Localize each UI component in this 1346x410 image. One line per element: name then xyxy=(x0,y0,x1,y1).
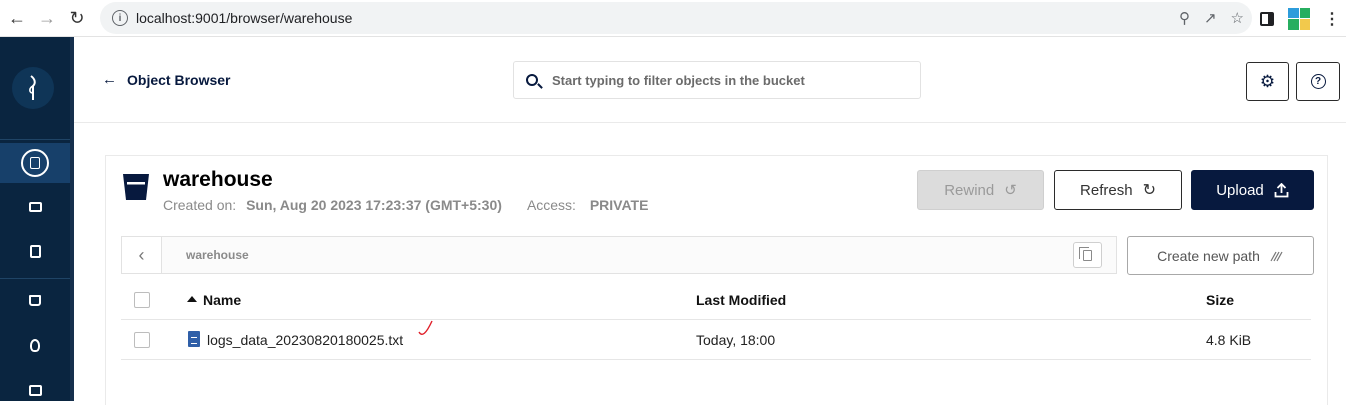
breadcrumb: ‹ warehouse xyxy=(121,236,1117,274)
sidebar-item-object-browser[interactable] xyxy=(0,143,70,183)
upload-label: Upload xyxy=(1216,181,1264,199)
id-card-icon xyxy=(28,202,42,212)
column-header-size[interactable]: Size xyxy=(1206,292,1234,308)
url-text[interactable]: localhost:9001/browser/warehouse xyxy=(136,10,352,26)
sidebar-divider xyxy=(0,139,70,140)
annotation-tick-mark xyxy=(418,320,433,335)
upload-button[interactable]: Upload xyxy=(1191,170,1314,210)
history-icon: ↺ xyxy=(1004,182,1017,199)
address-bar[interactable]: i localhost:9001/browser/warehouse ⚲ ↗ ☆ xyxy=(100,2,1252,34)
bookmark-star-icon[interactable]: ☆ xyxy=(1231,9,1244,27)
share-icon[interactable]: ↗ xyxy=(1204,9,1217,27)
copy-path-button[interactable] xyxy=(1073,242,1102,268)
table-row[interactable]: logs_data_20230820180025.txt Today, 18:0… xyxy=(121,320,1311,360)
column-header-name[interactable]: Name xyxy=(187,292,241,308)
browser-menu-icon[interactable]: ⋮ xyxy=(1324,9,1340,29)
table-header: Name Last Modified Size xyxy=(121,280,1311,320)
back-link-label: Object Browser xyxy=(127,71,231,88)
browser-toolbar: ← → ↻ i localhost:9001/browser/warehouse… xyxy=(0,0,1346,37)
created-label: Created on: xyxy=(163,197,237,213)
key-icon[interactable]: ⚲ xyxy=(1179,9,1190,27)
settings-button[interactable]: ⚙ xyxy=(1246,62,1289,101)
chevron-left-icon[interactable]: ‹ xyxy=(122,237,162,273)
forward-arrow-icon[interactable]: → xyxy=(32,3,62,33)
reload-icon[interactable]: ↻ xyxy=(62,3,92,33)
search-input[interactable] xyxy=(552,72,902,88)
sidebar xyxy=(0,37,74,401)
rewind-label: Rewind xyxy=(944,181,995,199)
bucket-icon xyxy=(29,294,41,306)
sidebar-item-identity[interactable] xyxy=(0,370,70,410)
copy-icon xyxy=(1079,246,1092,261)
object-browser-icon xyxy=(21,149,49,177)
create-new-path-label: Create new path xyxy=(1157,247,1260,264)
minio-logo-icon[interactable] xyxy=(12,67,54,109)
help-icon: ? xyxy=(1310,74,1326,89)
file-size: 4.8 KiB xyxy=(1206,332,1252,348)
sidebar-divider xyxy=(0,278,70,279)
document-icon xyxy=(29,244,41,258)
created-value: Sun, Aug 20 2023 17:23:37 (GMT+5:30) xyxy=(246,197,502,213)
create-new-path-button[interactable]: Create new path xyxy=(1127,236,1314,275)
refresh-button[interactable]: Refresh ↻ xyxy=(1054,170,1182,210)
bucket-meta: Created on: Sun, Aug 20 2023 17:23:37 (G… xyxy=(163,197,648,213)
object-filter-search[interactable] xyxy=(513,61,921,99)
new-path-icon xyxy=(1270,251,1283,261)
bucket-panel: warehouse Created on: Sun, Aug 20 2023 1… xyxy=(105,155,1328,405)
object-browser-back-link[interactable]: ← Object Browser xyxy=(102,71,230,88)
bucket-title: warehouse xyxy=(163,168,273,191)
shield-icon xyxy=(30,338,40,352)
search-icon xyxy=(526,74,538,86)
column-header-last-modified[interactable]: Last Modified xyxy=(696,292,786,308)
extension-icon[interactable] xyxy=(1288,7,1310,30)
sidebar-item-access-keys[interactable] xyxy=(0,187,70,227)
sidebar-item-policies[interactable] xyxy=(0,325,70,365)
file-name[interactable]: logs_data_20230820180025.txt xyxy=(207,332,403,348)
sidebar-item-buckets[interactable] xyxy=(0,280,70,320)
breadcrumb-item[interactable]: warehouse xyxy=(186,248,249,262)
bucket-icon xyxy=(123,174,149,200)
side-panel-icon[interactable] xyxy=(1260,11,1274,26)
file-last-modified: Today, 18:00 xyxy=(696,332,776,348)
access-label: Access: xyxy=(526,197,576,213)
row-checkbox[interactable] xyxy=(134,332,150,348)
back-arrow-icon[interactable]: ← xyxy=(2,3,32,33)
sidebar-item-documentation[interactable] xyxy=(0,231,70,271)
gear-icon: ⚙ xyxy=(1259,71,1276,91)
rewind-button[interactable]: Rewind ↺ xyxy=(917,170,1044,210)
users-icon xyxy=(28,384,42,396)
page-header: ← Object Browser ⚙ ? xyxy=(74,37,1346,123)
back-arrow-icon: ← xyxy=(102,71,117,88)
access-value: PRIVATE xyxy=(589,197,649,213)
sort-ascending-icon xyxy=(187,296,197,302)
file-icon xyxy=(188,331,200,347)
refresh-icon: ↻ xyxy=(1142,182,1156,199)
help-button[interactable]: ? xyxy=(1296,62,1340,101)
site-info-icon[interactable]: i xyxy=(112,10,128,26)
select-all-checkbox[interactable] xyxy=(134,292,150,308)
upload-icon xyxy=(1274,182,1289,197)
refresh-label: Refresh xyxy=(1080,181,1133,199)
